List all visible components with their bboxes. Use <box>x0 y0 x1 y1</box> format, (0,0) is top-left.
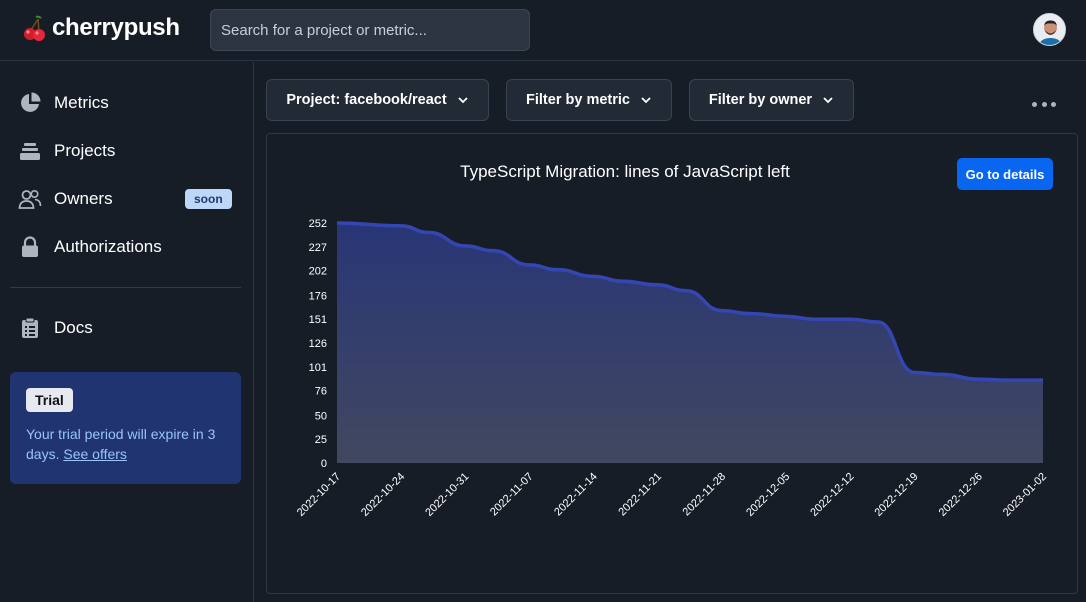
x-tick-label: 2022-10-24 <box>359 471 407 519</box>
sidebar-item-label: Metrics <box>54 93 109 112</box>
sidebar-item-docs[interactable]: Docs <box>18 313 238 343</box>
chart-card: TypeScript Migration: lines of JavaScrip… <box>266 133 1078 594</box>
chevron-down-icon <box>641 97 651 104</box>
trial-message: Your trial period will expire in 3 days.… <box>26 424 231 464</box>
y-tick-label: 25 <box>315 434 327 446</box>
avatar[interactable] <box>1033 13 1066 46</box>
logo[interactable]: cherrypush <box>22 14 180 42</box>
x-tick-label: 2022-11-21 <box>616 471 664 519</box>
x-tick-label: 2022-11-07 <box>488 471 536 519</box>
y-tick-label: 101 <box>309 362 327 374</box>
see-offers-link[interactable]: See offers <box>63 446 127 462</box>
pie-chart-icon <box>18 91 42 115</box>
trial-badge: Trial <box>26 388 73 412</box>
x-tick-label: 2022-12-05 <box>744 471 792 519</box>
y-tick-label: 202 <box>309 266 327 278</box>
x-tick-label: 2022-12-26 <box>937 471 985 519</box>
sidebar-item-metrics[interactable]: Metrics <box>18 88 238 118</box>
y-tick-label: 126 <box>309 338 327 350</box>
x-tick-label: 2023-01-02 <box>1001 471 1049 519</box>
x-tick-label: 2022-11-28 <box>681 471 729 519</box>
sidebar-item-label: Authorizations <box>54 237 162 256</box>
y-tick-label: 252 <box>309 218 327 230</box>
stack-icon <box>18 139 42 163</box>
project-filter-label: Project: facebook/react <box>286 92 447 108</box>
sidebar-item-label: Projects <box>54 141 116 160</box>
sidebar: Metrics Projects Owners soon Authorizati… <box>0 62 254 602</box>
area-chart: 0 25 50 76 101 126 151 176 202 227 252 2022-10-17 2… <box>295 218 1049 519</box>
users-icon <box>18 187 42 211</box>
y-tick-label: 151 <box>309 314 327 326</box>
sidebar-item-projects[interactable]: Projects <box>18 136 238 166</box>
owner-filter-button[interactable]: Filter by owner <box>689 79 854 121</box>
sidebar-item-owners[interactable]: Owners soon <box>18 184 238 214</box>
more-options-icon[interactable] <box>1032 96 1056 112</box>
top-bar: cherrypush <box>0 0 1086 61</box>
chevron-down-icon <box>823 97 833 104</box>
y-tick-label: 0 <box>321 458 327 470</box>
owner-filter-label: Filter by owner <box>708 92 813 108</box>
metric-filter-button[interactable]: Filter by metric <box>506 79 672 121</box>
chevron-down-icon <box>458 97 468 104</box>
cherry-icon <box>24 15 45 41</box>
search-input[interactable] <box>210 9 530 51</box>
soon-badge: soon <box>185 189 232 209</box>
x-tick-label: 2022-11-14 <box>552 471 600 519</box>
x-tick-label: 2022-10-31 <box>423 471 471 519</box>
y-tick-label: 227 <box>309 242 327 254</box>
metric-filter-label: Filter by metric <box>526 92 630 108</box>
sidebar-item-label: Docs <box>54 318 93 337</box>
user-avatar-icon <box>1034 14 1065 45</box>
y-tick-label: 176 <box>309 290 327 302</box>
trial-panel: Trial Your trial period will expire in 3… <box>10 372 241 484</box>
project-filter-button[interactable]: Project: facebook/react <box>266 79 489 121</box>
brand-name: cherrypush <box>52 14 180 41</box>
lock-icon <box>18 235 42 259</box>
y-tick-label: 76 <box>315 386 327 398</box>
sidebar-divider <box>10 287 241 288</box>
chart-area <box>337 223 1043 463</box>
y-tick-label: 50 <box>315 410 327 422</box>
x-tick-label: 2022-10-17 <box>295 471 343 519</box>
clipboard-icon <box>18 316 42 340</box>
x-tick-label: 2022-12-12 <box>808 471 856 519</box>
sidebar-item-authorizations[interactable]: Authorizations <box>18 232 238 262</box>
sidebar-item-label: Owners <box>54 189 113 208</box>
x-tick-label: 2022-12-19 <box>872 471 920 519</box>
